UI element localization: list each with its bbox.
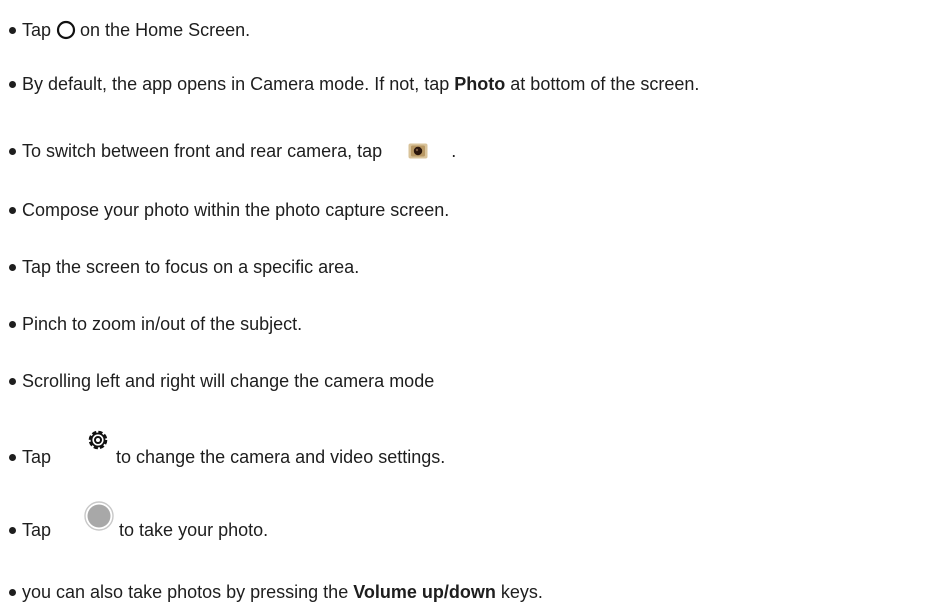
bullet	[9, 377, 16, 385]
instruction-item: Tap to change the camera and video setti…	[6, 430, 446, 470]
instruction-text: .	[451, 141, 457, 161]
instruction-bold-text: Volume up/down	[353, 582, 496, 602]
settings-gear-icon	[85, 427, 111, 453]
instruction-text: Tap	[22, 520, 52, 540]
bullet	[9, 320, 16, 328]
instruction-text: Compose your photo within the photo capt…	[22, 200, 450, 220]
instruction-text: Scrolling left and right will change the…	[22, 371, 435, 391]
switch-camera-icon	[408, 143, 428, 159]
instruction-text: Tap the screen to focus on a specific ar…	[22, 257, 360, 277]
instruction-text: Pinch to zoom in/out of the subject.	[22, 314, 303, 334]
instruction-item: Tap the screen to focus on a specific ar…	[6, 256, 359, 278]
bullet	[9, 147, 16, 155]
bullet	[9, 588, 16, 596]
instruction-item: Tap on the Home Screen.	[6, 19, 250, 41]
instruction-text: Tap	[22, 20, 52, 40]
instruction-item: Compose your photo within the photo capt…	[6, 199, 449, 221]
bullet	[9, 526, 16, 534]
bullet	[9, 453, 16, 461]
camera-app-icon	[56, 20, 76, 40]
instruction-text: to change the camera and video settings.	[116, 447, 446, 467]
instruction-bold-text: Photo	[454, 74, 506, 94]
instruction-text: To switch between front and rear camera,…	[22, 141, 383, 161]
bullet	[9, 80, 16, 88]
instruction-text: on the Home Screen.	[80, 20, 251, 40]
instruction-item: To switch between front and rear camera,…	[6, 140, 456, 162]
instruction-item: you can also take photos by pressing the…	[6, 581, 543, 603]
bullet	[9, 263, 16, 271]
instruction-item: By default, the app opens in Camera mode…	[6, 73, 699, 95]
instruction-text: keys.	[500, 582, 543, 602]
shutter-button-icon	[84, 501, 114, 531]
instruction-text: at bottom of the screen.	[510, 74, 700, 94]
instruction-item: Pinch to zoom in/out of the subject.	[6, 313, 302, 335]
instruction-item: Tap to take your photo.	[6, 501, 269, 545]
instruction-text: you can also take photos by pressing the	[22, 582, 349, 602]
instruction-text: By default, the app opens in Camera mode…	[22, 74, 450, 94]
instruction-item: Scrolling left and right will change the…	[6, 370, 434, 392]
bullet	[9, 206, 16, 214]
instruction-text: Tap	[22, 447, 52, 467]
instruction-text: to take your photo.	[119, 520, 269, 540]
bullet	[9, 26, 16, 34]
